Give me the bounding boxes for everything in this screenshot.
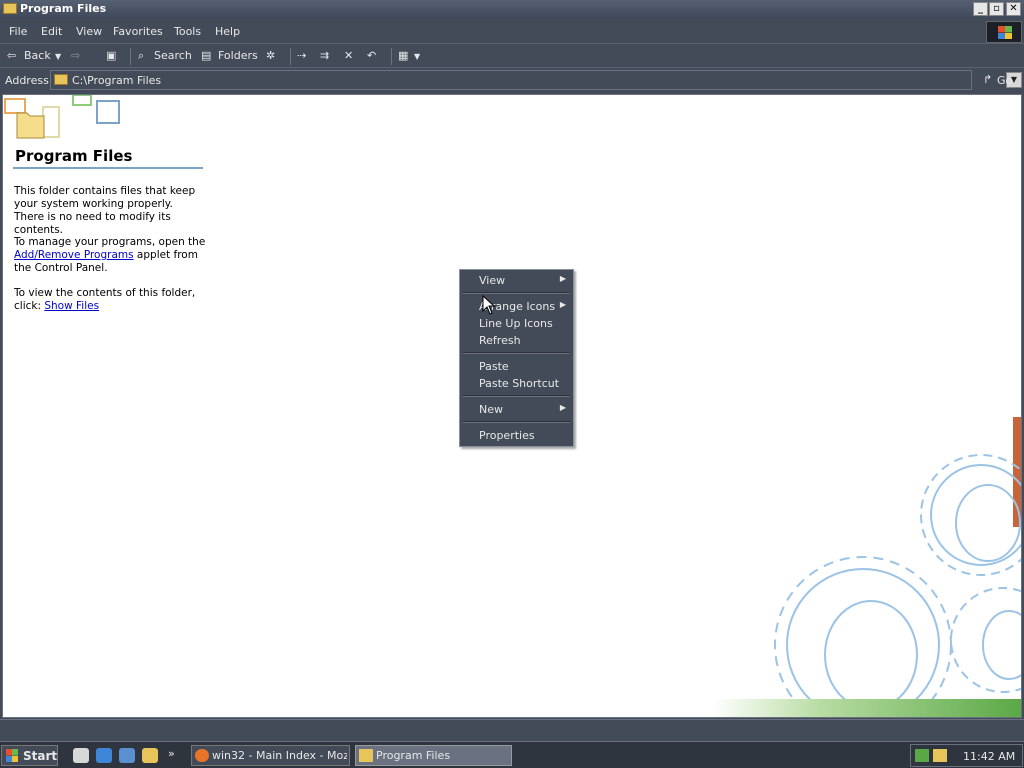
context-item-properties-label: Properties	[479, 429, 535, 442]
copy-to-icon[interactable]: ⇉	[320, 49, 329, 62]
undo-icon[interactable]: ↶	[367, 49, 376, 62]
toolbar: ⇦ Back ▼ ⇨ ▣ ⌕ Search ▤ Folders ✲ ⇢ ⇉ ✕ …	[0, 45, 1024, 68]
menu-favorites[interactable]: Favorites	[113, 25, 163, 38]
delete-icon[interactable]: ✕	[344, 49, 353, 62]
quicklaunch-chevron-icon[interactable]: »	[168, 747, 175, 760]
status-bar	[0, 719, 1024, 741]
window-title: Program Files	[20, 2, 107, 15]
context-item-line-up-label: Line Up Icons	[479, 317, 553, 330]
title-bar[interactable]: Program Files _ ▫ ✕	[0, 0, 1024, 19]
windows-flag-icon	[6, 749, 18, 762]
address-label: Address	[5, 74, 49, 87]
mouse-pointer-icon	[482, 295, 496, 315]
tray-app-icon[interactable]	[933, 749, 947, 762]
manage-text-prefix: To manage your programs, open the	[14, 236, 206, 248]
menu-view[interactable]: View	[76, 25, 102, 38]
up-folder-icon[interactable]: ▣	[106, 49, 116, 62]
menu-separator	[463, 292, 570, 294]
search-button[interactable]: Search	[154, 49, 192, 62]
context-item-paste-label: Paste	[479, 360, 509, 373]
context-item-view[interactable]: View ▶	[461, 272, 572, 289]
show-desktop-icon[interactable]	[73, 748, 89, 763]
menu-tools[interactable]: Tools	[174, 25, 201, 38]
search-icon[interactable]: ⌕	[138, 49, 144, 63]
toolbar-separator	[290, 48, 291, 65]
system-tray: 11:42 AM	[910, 744, 1023, 767]
pane-title: Program Files	[15, 147, 133, 165]
context-item-arrange-icons[interactable]: Arrange Icons ▶	[461, 298, 572, 315]
address-field[interactable]: C:\Program Files ▼	[50, 70, 1022, 90]
forward-icon[interactable]: ⇨	[71, 49, 80, 62]
folders-icon[interactable]: ▤	[201, 49, 211, 62]
toolbar-separator	[130, 48, 131, 65]
folder-icon	[3, 3, 17, 14]
internet-explorer-icon[interactable]	[96, 748, 112, 763]
views-icon[interactable]: ▦	[398, 49, 408, 62]
taskbar-button-firefox[interactable]: win32 - Main Index - Mozil...	[191, 745, 350, 766]
context-item-paste[interactable]: Paste	[461, 358, 572, 375]
address-value: C:\Program Files	[72, 74, 162, 87]
submenu-arrow-icon: ▶	[559, 274, 566, 283]
taskbar-button-program-files-label: Program Files	[376, 749, 451, 762]
context-item-line-up-icons[interactable]: Line Up Icons	[461, 315, 572, 332]
gears-watermark	[713, 417, 1021, 717]
address-bar: Address C:\Program Files ▼ ↱ Go	[0, 69, 1024, 92]
context-item-refresh[interactable]: Refresh	[461, 332, 572, 349]
menu-help[interactable]: Help	[215, 25, 240, 38]
submenu-arrow-icon: ▶	[559, 300, 566, 309]
menu-edit[interactable]: Edit	[41, 25, 62, 38]
windows-flag-icon	[998, 26, 1012, 39]
view-text-prefix: To view the contents of this folder, cli…	[14, 287, 196, 312]
pane-description: This folder contains files that keep you…	[14, 185, 196, 236]
taskbar: Start » win32 - Main Index - Mozil... Pr…	[0, 741, 1024, 768]
context-item-paste-shortcut-label: Paste Shortcut	[479, 377, 560, 390]
menu-separator	[463, 352, 570, 354]
go-button[interactable]: Go	[997, 74, 1012, 87]
webview-pane: Program Files This folder contains files…	[3, 95, 208, 717]
menu-separator	[463, 421, 570, 423]
windows-logo	[986, 21, 1022, 43]
explorer-quicklaunch-icon[interactable]	[142, 748, 158, 763]
back-dropdown-icon[interactable]: ▼	[55, 52, 61, 61]
context-menu: View ▶ Arrange Icons ▶ Line Up Icons Ref…	[459, 269, 574, 447]
pane-manage-text: To manage your programs, open the Add/Re…	[14, 236, 206, 275]
context-item-refresh-label: Refresh	[479, 334, 521, 347]
context-item-new[interactable]: New ▶	[461, 401, 572, 418]
pane-view-text: To view the contents of this folder, cli…	[14, 287, 206, 313]
taskbar-button-firefox-label: win32 - Main Index - Mozil...	[212, 749, 347, 762]
move-to-icon[interactable]: ⇢	[297, 49, 306, 62]
start-button[interactable]: Start	[1, 745, 58, 766]
context-item-properties[interactable]: Properties	[461, 427, 572, 444]
restore-button[interactable]: ▫	[989, 2, 1004, 16]
folder-options-icon[interactable]: ✲	[266, 49, 275, 62]
context-item-new-label: New	[479, 403, 503, 416]
add-remove-programs-link[interactable]: Add/Remove Programs	[14, 249, 134, 261]
submenu-arrow-icon: ▶	[559, 403, 566, 412]
folders-button[interactable]: Folders	[218, 49, 258, 62]
go-arrow-icon[interactable]: ↱	[983, 73, 992, 86]
toolbar-separator	[391, 48, 392, 65]
views-dropdown-icon[interactable]: ▼	[414, 52, 420, 61]
tray-network-icon[interactable]	[915, 749, 929, 762]
folder-icon	[359, 749, 373, 762]
firefox-icon	[195, 749, 209, 762]
menu-bar: File Edit View Favorites Tools Help	[0, 20, 1024, 44]
minimize-button[interactable]: _	[973, 2, 988, 16]
pane-divider	[13, 167, 203, 169]
clock[interactable]: 11:42 AM	[963, 750, 1015, 763]
start-label: Start	[23, 749, 58, 763]
menu-separator	[463, 395, 570, 397]
context-item-paste-shortcut[interactable]: Paste Shortcut	[461, 375, 572, 392]
show-files-link[interactable]: Show Files	[44, 300, 99, 312]
context-item-view-label: View	[479, 274, 506, 287]
back-button[interactable]: Back	[24, 49, 51, 62]
close-button[interactable]: ✕	[1006, 2, 1021, 16]
menu-file[interactable]: File	[9, 25, 27, 38]
back-arrow-icon[interactable]: ⇦	[7, 49, 16, 62]
folder-icon	[54, 74, 68, 85]
explorer-window: Program Files _ ▫ ✕ File Edit View Favor…	[0, 0, 1024, 741]
outlook-express-icon[interactable]	[119, 748, 135, 763]
taskbar-button-program-files[interactable]: Program Files	[355, 745, 512, 766]
